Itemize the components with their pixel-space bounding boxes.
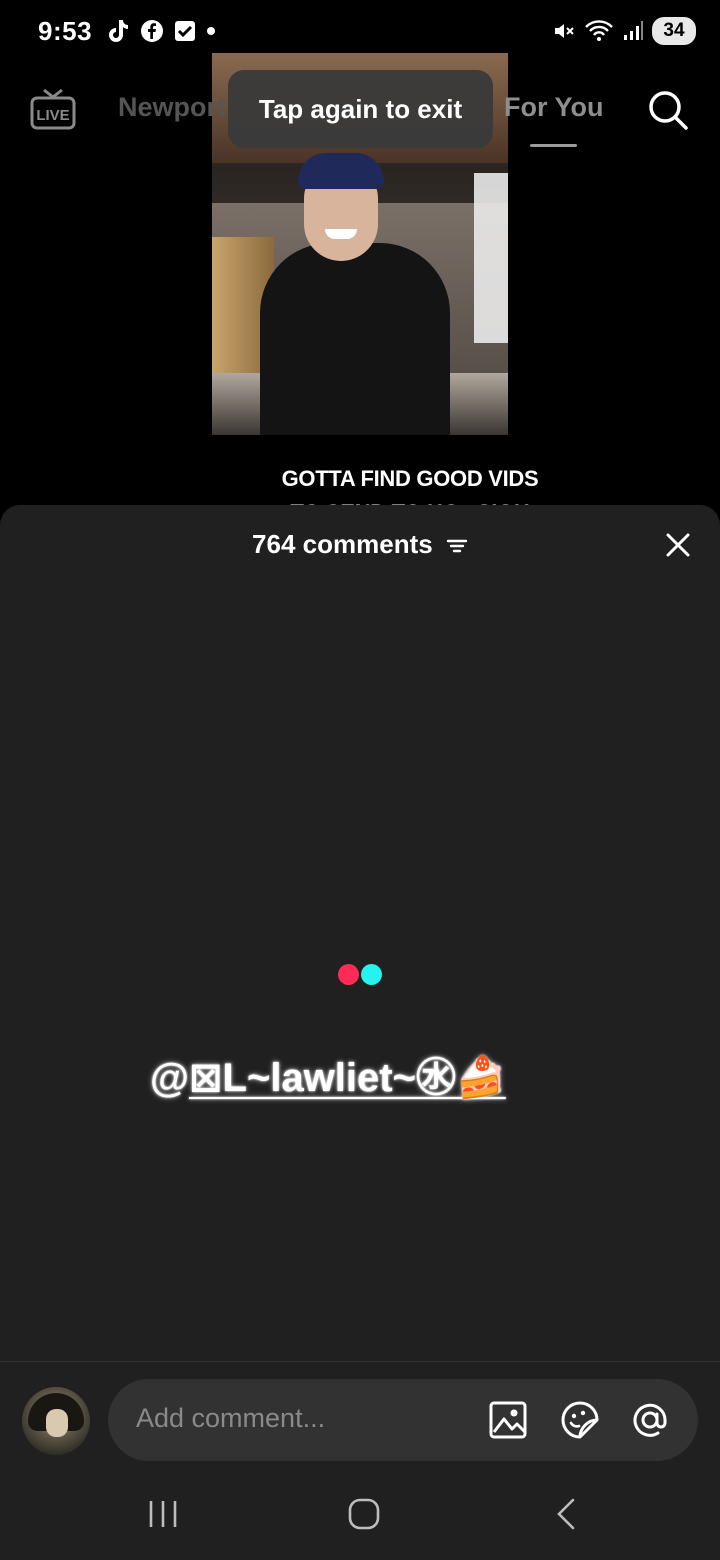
tab-for-you[interactable]: For You <box>504 92 604 123</box>
tiktok-icon <box>106 18 130 44</box>
back-button[interactable] <box>554 1498 578 1535</box>
mention-overlay[interactable]: @⊠L~lawliet~㊌🍰 <box>150 1045 506 1103</box>
video-curtain <box>474 173 508 343</box>
dot-icon <box>206 26 216 36</box>
android-nav-bar <box>0 1470 720 1560</box>
video-person-smile <box>325 229 357 239</box>
exit-toast: Tap again to exit <box>228 70 493 148</box>
comments-header: 764 comments <box>0 529 720 562</box>
video-person-body <box>260 243 450 435</box>
battery-indicator: 34 <box>652 17 696 45</box>
status-time: 9:53 <box>38 15 93 46</box>
signal-icon <box>622 20 644 42</box>
system-icons: 34 <box>552 17 696 45</box>
loader-dot-red <box>338 964 359 985</box>
comments-count: 764 comments <box>252 529 433 559</box>
video-person-bandana <box>298 153 384 189</box>
comment-placeholder: Add comment... <box>136 1403 326 1433</box>
composer-divider <box>0 1361 720 1362</box>
wifi-icon <box>584 19 614 43</box>
tab-for-you-indicator <box>530 144 577 147</box>
live-tv-icon[interactable]: LIVE <box>28 86 78 132</box>
comments-sheet: 764 comments @⊠L~lawliet~㊌🍰 Add comment.… <box>0 505 720 1560</box>
avatar-face <box>46 1409 68 1437</box>
search-icon[interactable] <box>646 88 690 132</box>
mention-at: @ <box>150 1056 190 1100</box>
checkbox-icon <box>174 20 196 42</box>
caption-line-1: GOTTA FIND GOOD VIDS <box>281 466 539 491</box>
avatar[interactable] <box>22 1387 90 1455</box>
filter-icon[interactable] <box>446 531 468 562</box>
close-icon[interactable] <box>660 527 696 563</box>
recents-button[interactable] <box>147 1498 179 1535</box>
sticker-icon[interactable] <box>560 1400 600 1440</box>
loading-indicator <box>338 964 384 986</box>
tab-nearby[interactable]: Newport <box>118 92 226 123</box>
image-icon[interactable] <box>488 1400 528 1440</box>
comment-input[interactable]: Add comment... <box>108 1379 698 1461</box>
home-button[interactable] <box>347 1498 381 1535</box>
at-mention-icon[interactable] <box>630 1400 670 1440</box>
notification-icons <box>106 18 216 44</box>
loader-dot-cyan <box>361 964 382 985</box>
mute-icon <box>552 19 576 43</box>
facebook-icon <box>140 19 164 43</box>
svg-text:LIVE: LIVE <box>36 107 69 124</box>
mention-username: ⊠L~lawliet~㊌🍰 <box>189 1056 506 1100</box>
